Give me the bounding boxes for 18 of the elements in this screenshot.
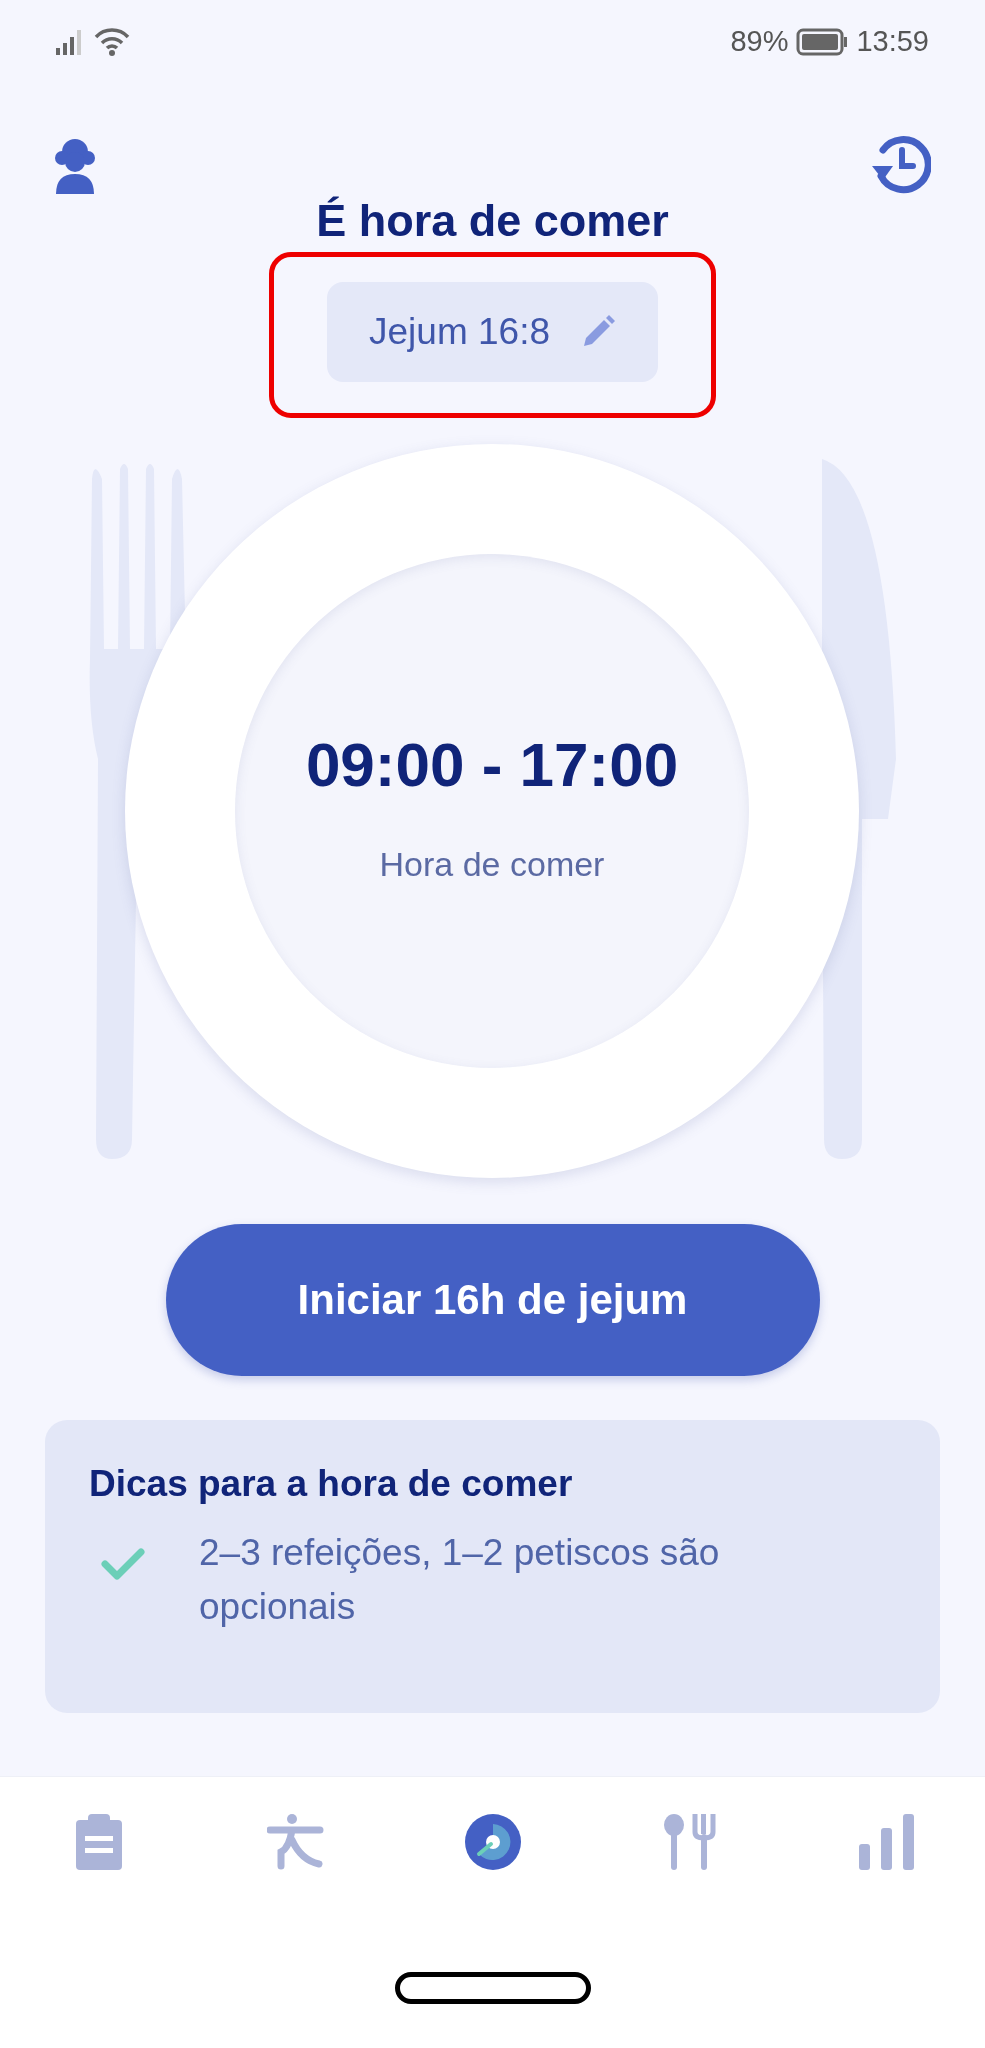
- stats-icon: [858, 1814, 915, 1870]
- clock-time: 13:59: [856, 24, 929, 60]
- timer-icon: [464, 1814, 521, 1870]
- time-caption: Hora de comer: [379, 844, 605, 886]
- profile-icon[interactable]: [54, 138, 96, 194]
- eating-time-range: 09:00 - 17:00: [305, 730, 679, 800]
- start-fast-button[interactable]: Iniciar 16h de jejum: [165, 1223, 820, 1376]
- battery-percent: 89%: [730, 24, 789, 60]
- exercise-icon: [266, 1814, 325, 1870]
- screen-title: É hora de comer: [316, 194, 669, 248]
- battery-icon: [796, 28, 849, 56]
- tip-text: 2–3 refeições, 1–2 petiscos são opcionais: [199, 1530, 721, 1629]
- plan-chip[interactable]: Jejum 16:8: [327, 282, 658, 382]
- clipboard-icon: [75, 1814, 122, 1870]
- home-indicator[interactable]: [394, 1972, 591, 2004]
- tips-title: Dicas para a hora de comer: [89, 1461, 574, 1506]
- utensils-icon: [663, 1814, 716, 1870]
- wifi-icon: [94, 27, 130, 57]
